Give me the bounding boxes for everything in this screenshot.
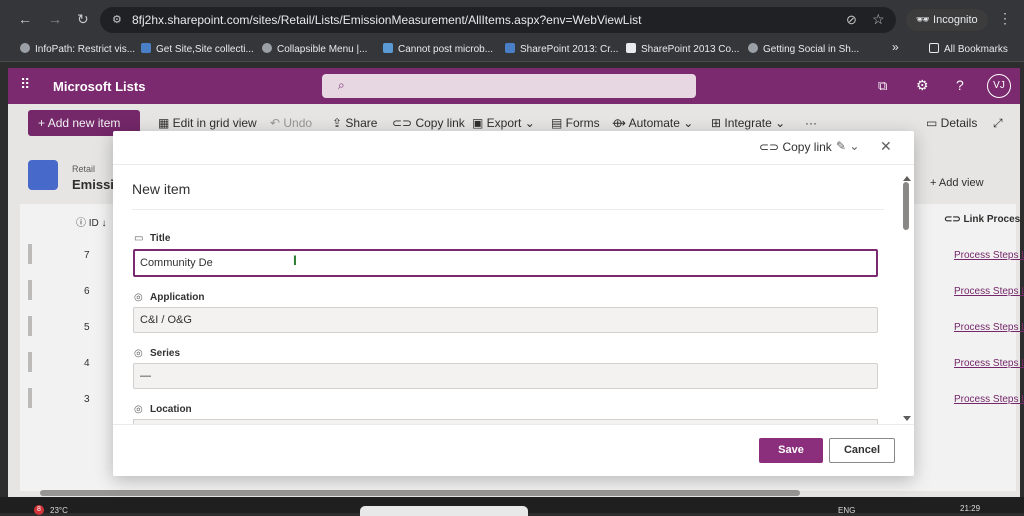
weather-temp[interactable]: 23°C [50,506,68,515]
bookmark-label: Get Site,Site collecti... [156,44,254,55]
avatar[interactable]: VJ [987,74,1011,98]
incognito-icon: 🕶 [916,14,934,26]
dialog-header: ⊂⊃ Copy link ✎ ⌄ ✕ [113,131,914,165]
location-label: Location [150,404,192,415]
bookmarks-bar: InfoPath: Restrict vis... Get Site,Site … [0,38,1024,62]
bookmark-label: Getting Social in Sh... [763,44,860,55]
bookmark-label: Cannot post microb... [398,44,494,55]
divider [132,209,884,210]
eye-off-icon[interactable]: ⊘ [846,12,857,28]
back-icon[interactable]: ← [18,11,32,27]
notification-badge: 8 [34,505,44,515]
reload-icon[interactable]: ↻ [77,11,89,28]
all-bookmarks[interactable]: All Bookmarks [929,43,1008,55]
link-icon: ⊂⊃ [759,140,783,154]
choice-icon: ◎ [134,348,143,359]
scroll-up-icon[interactable] [903,176,911,181]
page-icon [626,43,636,53]
title-label: Title [150,233,171,244]
language-indicator[interactable]: ENG [838,506,855,515]
series-label: Series [150,348,181,359]
browser-toolbar: ← → ↻ ⚙ 8fj2hx.sharepoint.com/sites/Reta… [0,0,1024,38]
address-bar[interactable]: ⚙ 8fj2hx.sharepoint.com/sites/Retail/Lis… [100,7,896,33]
settings-icon[interactable]: ⚙ [916,77,929,94]
folder-icon [929,43,939,53]
application-label: Application [150,292,205,303]
choice-icon: ◎ [134,292,143,303]
forward-icon[interactable]: → [48,11,62,27]
bookmark-item[interactable]: Cannot post microb... [383,43,493,55]
text-cursor-icon: I [293,252,297,268]
star-icon[interactable]: ☆ [872,11,885,28]
search-icon: ⌕ [338,78,345,92]
bookmark-item[interactable]: SharePoint 2013: Cr... [505,43,618,55]
text-field-icon: ▭ [134,233,144,244]
stack-icon [383,43,393,53]
scroll-down-icon[interactable] [903,416,911,421]
url-text: 8fj2hx.sharepoint.com/sites/Retail/Lists… [132,13,642,27]
application-field[interactable]: C&I / O&G [133,307,878,333]
edit-form-icon[interactable]: ✎ ⌄ [836,139,859,153]
bookmark-item[interactable]: SharePoint 2013 Co... [626,43,739,55]
globe-icon [748,43,758,53]
dialog-copy-link-label: Copy link [782,140,832,154]
taskbar: 8 23°C ENG 21:29 [0,497,1024,516]
globe-icon [262,43,272,53]
dialog-scrollbar[interactable] [902,176,911,422]
browser-menu-icon[interactable]: ⋮ [998,10,1012,27]
cancel-button[interactable]: Cancel [829,438,895,463]
all-bookmarks-label: All Bookmarks [944,44,1008,55]
clock[interactable]: 21:29 [960,504,980,513]
app-launcher-icon[interactable]: ⠿ [20,76,30,93]
bookmark-label: Collapsible Menu |... [277,44,368,55]
help-icon[interactable]: ? [956,77,964,93]
series-field[interactable]: — [133,363,878,389]
incognito-badge[interactable]: 🕶 Incognito [906,9,988,31]
bookmark-item[interactable]: Collapsible Menu |... [262,43,367,55]
new-item-dialog: ⊂⊃ Copy link ✎ ⌄ ✕ New item ▭ Title I ◎ … [113,131,914,476]
bookmark-item[interactable]: InfoPath: Restrict vis... [20,43,135,55]
sharepoint-icon [141,43,151,53]
scroll-thumb[interactable] [903,182,909,230]
globe-icon [20,43,30,53]
sharepoint-icon [505,43,515,53]
more-bookmarks-icon[interactable]: » [892,40,899,54]
dialog-title: New item [132,181,191,197]
incognito-label: Incognito [933,14,978,26]
title-input[interactable] [133,249,878,277]
site-info-icon[interactable]: ⚙ [112,13,122,26]
bookmark-label: SharePoint 2013: Cr... [520,44,619,55]
dialog-footer: Save Cancel [113,424,914,476]
search-box[interactable]: ⌕ [322,74,696,98]
app-title[interactable]: Microsoft Lists [53,79,145,94]
connections-icon[interactable]: ⧉ [878,78,887,94]
close-icon[interactable]: ✕ [880,138,892,155]
bookmark-label: SharePoint 2013 Co... [641,44,740,55]
bookmark-label: InfoPath: Restrict vis... [35,44,136,55]
bookmark-item[interactable]: Getting Social in Sh... [748,43,859,55]
taskbar-search[interactable] [360,506,528,516]
save-button[interactable]: Save [759,438,823,463]
suite-bar: ⠿ Microsoft Lists ⌕ ⧉ ⚙ ? VJ [8,68,1020,104]
dialog-copy-link-button[interactable]: ⊂⊃ Copy link [759,140,832,154]
bookmark-item[interactable]: Get Site,Site collecti... [141,43,254,55]
choice-icon: ◎ [134,404,143,415]
